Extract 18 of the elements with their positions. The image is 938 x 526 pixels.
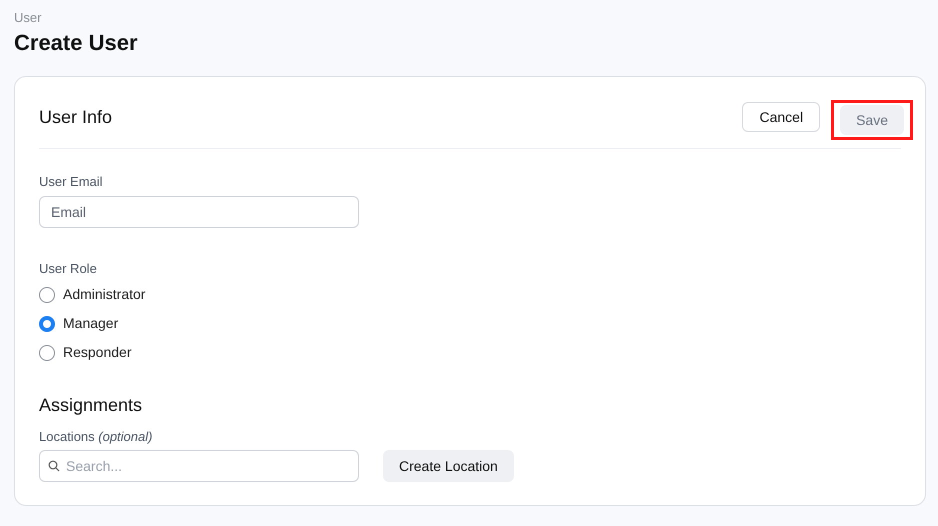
page-title: Create User [14,29,138,57]
field-label: Locations (optional) [39,429,152,445]
section-heading: User Info [39,106,112,129]
field-label: User Email [39,174,103,190]
search-icon [48,460,60,472]
radio-button[interactable] [39,344,55,360]
cancel-button[interactable]: Cancel [742,102,820,132]
radio-label: Responder [63,343,132,362]
radio-button[interactable] [39,286,55,302]
create-location-button[interactable]: Create Location [383,450,514,482]
breadcrumb: User [14,10,42,26]
field-label: User Role [39,261,97,277]
radio-button[interactable] [39,316,55,332]
section-heading: Assignments [39,394,142,417]
search-field[interactable]: Search... [39,450,359,482]
radio-label: Administrator [63,285,146,304]
email-field[interactable]: Email [39,196,359,228]
radio-label: Manager [63,314,118,333]
